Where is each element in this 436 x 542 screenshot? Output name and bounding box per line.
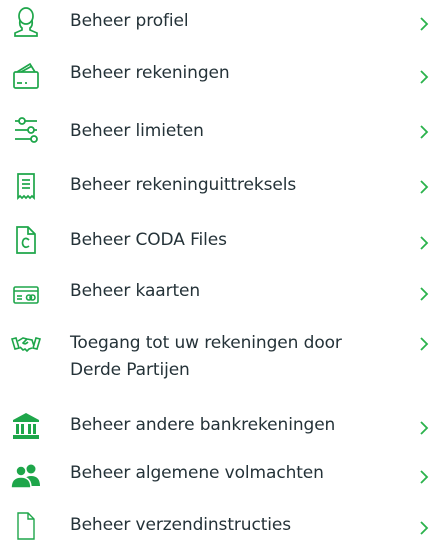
menu-item-limits[interactable]: Beheer limieten <box>0 106 436 156</box>
chevron-right-icon <box>418 235 430 251</box>
menu-item-statements[interactable]: Beheer rekeninguittreksels <box>0 160 436 210</box>
menu-item-shipping-instructions[interactable]: Beheer verzendinstructies <box>0 506 436 542</box>
chevron-right-icon <box>418 336 430 352</box>
people-icon <box>10 460 42 492</box>
menu-item-general-mandates[interactable]: Beheer algemene volmachten <box>0 456 436 500</box>
menu-item-label: Beheer CODA Files <box>70 230 227 250</box>
chevron-right-icon <box>418 420 430 436</box>
menu-item-label: Beheer andere bankrekeningen <box>70 415 336 435</box>
chevron-right-icon <box>418 179 430 195</box>
menu-item-third-party-access[interactable]: Toegang tot uw rekeningen door Derde Par… <box>0 328 436 396</box>
chevron-right-icon <box>418 16 430 32</box>
card-icon <box>10 278 42 310</box>
statement-icon <box>10 170 42 202</box>
menu-item-accounts[interactable]: Beheer rekeningen <box>0 50 436 100</box>
chevron-right-icon <box>418 520 430 536</box>
coda-file-icon <box>10 224 42 256</box>
menu-item-label: Beheer kaarten <box>70 281 201 301</box>
chevron-right-icon <box>418 69 430 85</box>
sliders-icon <box>10 114 42 146</box>
menu-item-other-bank-accounts[interactable]: Beheer andere bankrekeningen <box>0 406 436 450</box>
menu-item-label: Beheer rekeningen <box>70 63 230 83</box>
bank-icon <box>10 410 42 442</box>
document-icon <box>10 510 42 542</box>
menu-item-label: Beheer profiel <box>70 11 189 31</box>
settings-menu: Beheer profiel Beheer rekeningen Beheer … <box>0 0 436 542</box>
chevron-right-icon <box>418 124 430 140</box>
chevron-right-icon <box>418 286 430 302</box>
menu-item-label: Beheer algemene volmachten <box>70 463 324 483</box>
menu-item-label: Beheer verzendinstructies <box>70 515 291 535</box>
menu-item-label-line2: Derde Partijen <box>70 360 190 380</box>
chevron-right-icon <box>418 469 430 485</box>
wallet-icon <box>10 60 42 92</box>
menu-item-label: Toegang tot uw rekeningen door Derde Par… <box>70 330 415 384</box>
menu-item-profile[interactable]: Beheer profiel <box>0 0 436 48</box>
user-profile-icon <box>10 6 42 38</box>
menu-item-label: Beheer limieten <box>70 121 204 141</box>
menu-item-label: Beheer rekeninguittreksels <box>70 175 297 195</box>
menu-item-label-line1: Toegang tot uw rekeningen door <box>70 333 342 353</box>
menu-item-cards[interactable]: Beheer kaarten <box>0 268 436 318</box>
menu-item-coda-files[interactable]: Beheer CODA Files <box>0 214 436 264</box>
handshake-icon <box>10 328 42 360</box>
